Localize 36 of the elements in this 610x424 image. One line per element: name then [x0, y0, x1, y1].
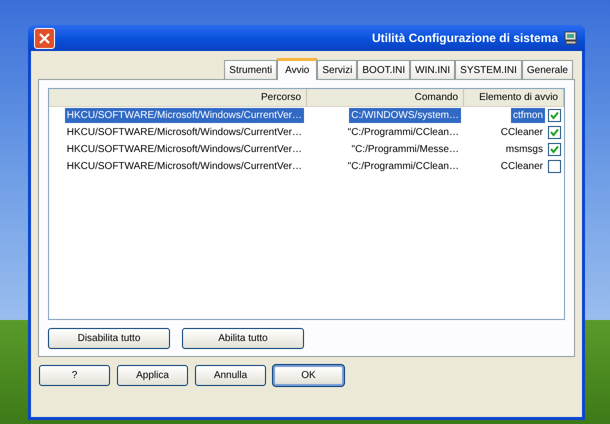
window-title: Utilità Configurazione di sistema	[372, 30, 558, 47]
checkbox[interactable]	[548, 109, 561, 122]
checkbox[interactable]	[548, 126, 561, 139]
panel-button[interactable]: Disabilita tutto	[48, 328, 170, 349]
dialog-button[interactable]: OK	[273, 365, 344, 386]
computer-icon	[563, 30, 579, 46]
table-cell-text: HKCU/SOFTWARE/Microsoft/Windows/CurrentVer…	[66, 126, 303, 140]
checkbox[interactable]	[548, 143, 561, 156]
checkbox[interactable]	[548, 160, 561, 173]
tab[interactable]: WIN.INI	[410, 60, 456, 79]
column-header[interactable]: Percorso	[49, 89, 307, 106]
startup-item[interactable]: ctfmon	[510, 108, 545, 123]
table-cell-text: HKCU/SOFTWARE/Microsoft/Windows/CurrentVer…	[66, 160, 303, 174]
dialog-button[interactable]: Applica	[117, 365, 188, 386]
dialog-button[interactable]: Annulla	[195, 365, 266, 386]
column-header[interactable]: Elemento di avvio	[464, 89, 564, 106]
tab[interactable]: BOOT.INI	[357, 60, 410, 79]
column-header[interactable]: Comando	[307, 89, 464, 106]
startup-item[interactable]: msmsgs	[504, 142, 545, 157]
startup-item[interactable]: CCleaner	[498, 125, 545, 140]
table-cell-text: "C:/Programmi/CClean…	[346, 126, 460, 140]
table-cell-text: "C:/Programmi/CClean…	[346, 160, 460, 174]
tab[interactable]: Avvio	[277, 58, 318, 80]
table-cell: HKCU/SOFTWARE/Microsoft/Windows/CurrentVer…	[64, 108, 304, 123]
panel-button[interactable]: Abilita tutto	[182, 328, 304, 349]
tab[interactable]: Strumenti	[224, 60, 278, 79]
startup-item[interactable]: CCleaner	[498, 159, 545, 174]
table-cell-text: HKCU/SOFTWARE/Microsoft/Windows/CurrentVer…	[66, 143, 303, 157]
tab[interactable]: Servizi	[317, 60, 358, 79]
tab[interactable]: SYSTEM.INI	[455, 60, 522, 79]
dialog-button[interactable]: ?	[39, 365, 110, 386]
table-cell-text: "C:/Programmi/Messe…	[350, 143, 460, 157]
tab[interactable]: Generale	[522, 60, 573, 79]
close-icon	[39, 32, 50, 44]
close-button[interactable]	[34, 28, 55, 48]
table-cell: C:/WINDOWS/system…	[349, 108, 461, 123]
